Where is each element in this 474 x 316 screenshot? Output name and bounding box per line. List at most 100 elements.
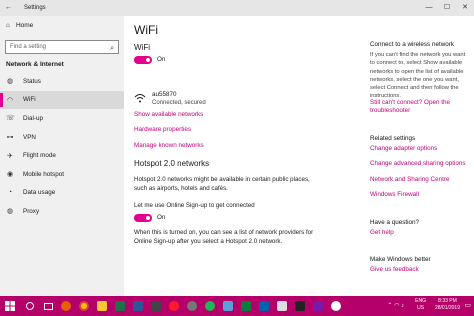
taskbar-app-media[interactable] <box>238 296 254 316</box>
close-button[interactable]: ✕ <box>456 0 474 16</box>
spotify-icon <box>205 301 215 311</box>
wifi-tray-icon[interactable]: ◠ <box>394 303 399 309</box>
sidebar-nav: ◍ Status ◠ WiFi ☏ Dial-up ⊶ VPN ✈ Flight… <box>0 72 124 221</box>
language-code: ENG <box>415 298 426 304</box>
taskbar-app-onenote[interactable] <box>310 296 326 316</box>
troubleshooter-link[interactable]: Still can't connect? Open the troublesho… <box>370 99 470 116</box>
chrome-icon <box>79 301 89 311</box>
data-usage-icon: ◔ <box>7 189 13 197</box>
cortana-icon <box>26 302 34 310</box>
sidebar-item-label: Flight mode <box>23 152 56 160</box>
clock-time: 8:33 PM <box>438 298 457 304</box>
globe-icon: ◍ <box>6 78 14 86</box>
minimize-button[interactable]: — <box>420 0 438 16</box>
onenote-icon <box>313 301 323 311</box>
store-icon <box>151 301 161 311</box>
main-panel: WiFi WiFi On au55870 Connected, secured … <box>124 16 362 296</box>
sidebar-item-mobile-hotspot[interactable]: ◉ Mobile hotspot <box>0 165 124 184</box>
chevron-up-icon[interactable]: ⌃ <box>387 303 392 309</box>
language-indicator[interactable]: ENG US <box>415 298 426 314</box>
cortana-button[interactable] <box>22 296 38 316</box>
tray-icons[interactable]: ⌃ ◠ ♪ <box>387 298 404 314</box>
sidebar-item-label: Status <box>23 77 41 85</box>
sidebar: ⌂ Home Find a setting ⌕ Network & Intern… <box>0 16 124 296</box>
back-arrow-icon[interactable]: ← <box>5 4 12 11</box>
task-view-icon <box>43 302 53 310</box>
sidebar-item-data-usage[interactable]: ◔ Data usage <box>0 184 124 203</box>
settings-gear-icon <box>331 301 341 311</box>
volume-icon[interactable]: ♪ <box>401 303 404 309</box>
folder-icon <box>97 301 107 311</box>
settings-gear-icon <box>187 301 197 311</box>
network-status: Connected, secured <box>152 100 206 106</box>
taskbar-app-chrome[interactable] <box>76 296 92 316</box>
clock-date: 28/01/2019 <box>434 305 460 311</box>
sidebar-item-label: Mobile hotspot <box>23 170 64 178</box>
get-help-link[interactable]: Get help <box>370 229 470 237</box>
search-input[interactable]: Find a setting ⌕ <box>5 40 119 54</box>
task-view-button[interactable] <box>40 296 56 316</box>
windows-firewall-link[interactable]: Windows Firewall <box>370 191 470 199</box>
hardware-properties-link[interactable]: Hardware properties <box>134 126 191 133</box>
wifi-icon: ◠ <box>6 96 14 104</box>
online-signup-toggle[interactable] <box>134 214 152 222</box>
hotspot-icon: ◉ <box>6 171 14 179</box>
taskbar-app-settings-active[interactable] <box>328 296 344 316</box>
taskbar-app-word[interactable] <box>130 296 146 316</box>
windows-logo-icon <box>5 301 15 311</box>
opera-icon <box>169 301 179 311</box>
taskbar-app-notepad[interactable] <box>220 296 236 316</box>
sidebar-item-label: Home <box>15 22 34 29</box>
notification-icon: ▭ <box>464 302 471 309</box>
question-title: Have a question? <box>370 219 420 226</box>
terminal-icon <box>295 301 305 311</box>
excel-icon <box>115 301 125 311</box>
photos-icon <box>259 301 269 311</box>
taskbar-app-spotify[interactable] <box>202 296 218 316</box>
region-code: US <box>417 305 425 311</box>
search-icon[interactable]: ⌕ <box>110 43 114 55</box>
change-advanced-sharing-link[interactable]: Change advanced sharing options <box>370 160 470 168</box>
airplane-icon: ✈ <box>7 152 13 160</box>
maximize-button[interactable]: ☐ <box>438 0 456 16</box>
related-settings-title: Related settings <box>370 135 416 142</box>
hotspot-section-title: Hotspot 2.0 networks <box>134 159 210 168</box>
taskbar-app-settings[interactable] <box>184 296 200 316</box>
give-feedback-link[interactable]: Give us feedback <box>370 266 470 274</box>
manage-known-networks-link[interactable]: Manage known networks <box>134 142 204 149</box>
title-bar: ← Settings — ☐ ✕ <box>0 0 474 16</box>
wifi-toggle[interactable] <box>134 56 152 64</box>
online-signup-label: Let me use Online Sign-up to get connect… <box>134 202 255 209</box>
sidebar-item-vpn[interactable]: ⊶ VPN <box>0 128 124 147</box>
sidebar-item-home[interactable]: ⌂ Home <box>6 22 33 29</box>
taskbar-app-opera[interactable] <box>166 296 182 316</box>
taskbar-app-explorer[interactable] <box>94 296 110 316</box>
sidebar-item-flight-mode[interactable]: ✈ Flight mode <box>0 146 124 165</box>
notifications-button[interactable]: ▭ <box>464 298 471 314</box>
sidebar-item-proxy[interactable]: ◍ Proxy <box>0 202 124 221</box>
word-icon <box>133 301 143 311</box>
feedback-title: Make Windows better <box>370 256 431 263</box>
taskbar-app-terminal[interactable] <box>292 296 308 316</box>
taskbar-app-excel[interactable] <box>112 296 128 316</box>
clock[interactable]: 8:33 PM 28/01/2019 <box>435 298 460 314</box>
database-icon <box>277 301 287 311</box>
network-name[interactable]: au55870 <box>152 91 177 98</box>
taskbar-app-store[interactable] <box>148 296 164 316</box>
sidebar-item-wifi[interactable]: ◠ WiFi <box>0 90 124 110</box>
globe-icon: ◍ <box>6 208 14 216</box>
sidebar-item-dial-up[interactable]: ☏ Dial-up <box>0 109 124 128</box>
taskbar-app-database[interactable] <box>274 296 290 316</box>
page-title: WiFi <box>134 23 158 37</box>
start-button[interactable] <box>0 296 20 316</box>
right-panel: Connect to a wireless network If you can… <box>362 16 474 296</box>
change-adapter-options-link[interactable]: Change adapter options <box>370 145 470 153</box>
taskbar-app-photos[interactable] <box>256 296 272 316</box>
sidebar-item-label: Dial-up <box>23 114 43 122</box>
network-sharing-centre-link[interactable]: Network and Sharing Centre <box>370 176 470 184</box>
wifi-toggle-label: On <box>157 56 166 63</box>
taskbar-app-firefox[interactable] <box>58 296 74 316</box>
sidebar-item-status[interactable]: ◍ Status <box>0 72 124 91</box>
connect-title: Connect to a wireless network <box>370 41 454 48</box>
show-available-networks-link[interactable]: Show available networks <box>134 111 203 118</box>
